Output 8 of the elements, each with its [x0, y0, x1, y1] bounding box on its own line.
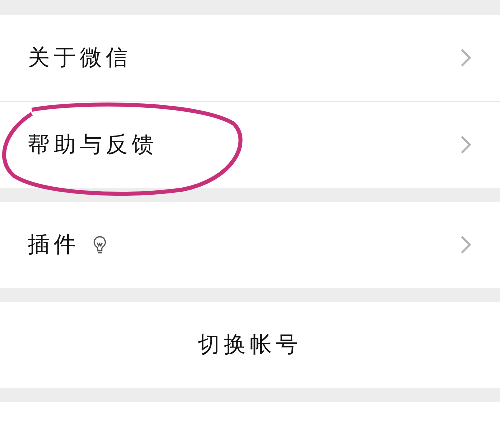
chevron-right-icon — [460, 48, 472, 68]
chevron-right-icon — [460, 235, 472, 255]
chevron-right-icon — [460, 135, 472, 155]
menu-item-label[interactable]: 插件 — [28, 230, 80, 260]
lightbulb-icon — [92, 235, 108, 255]
switch-account-button[interactable]: 切换帐号 — [198, 330, 302, 360]
menu-item-label[interactable]: 帮助与反馈 — [28, 130, 158, 160]
menu-item-label[interactable]: 关于微信 — [28, 43, 132, 73]
